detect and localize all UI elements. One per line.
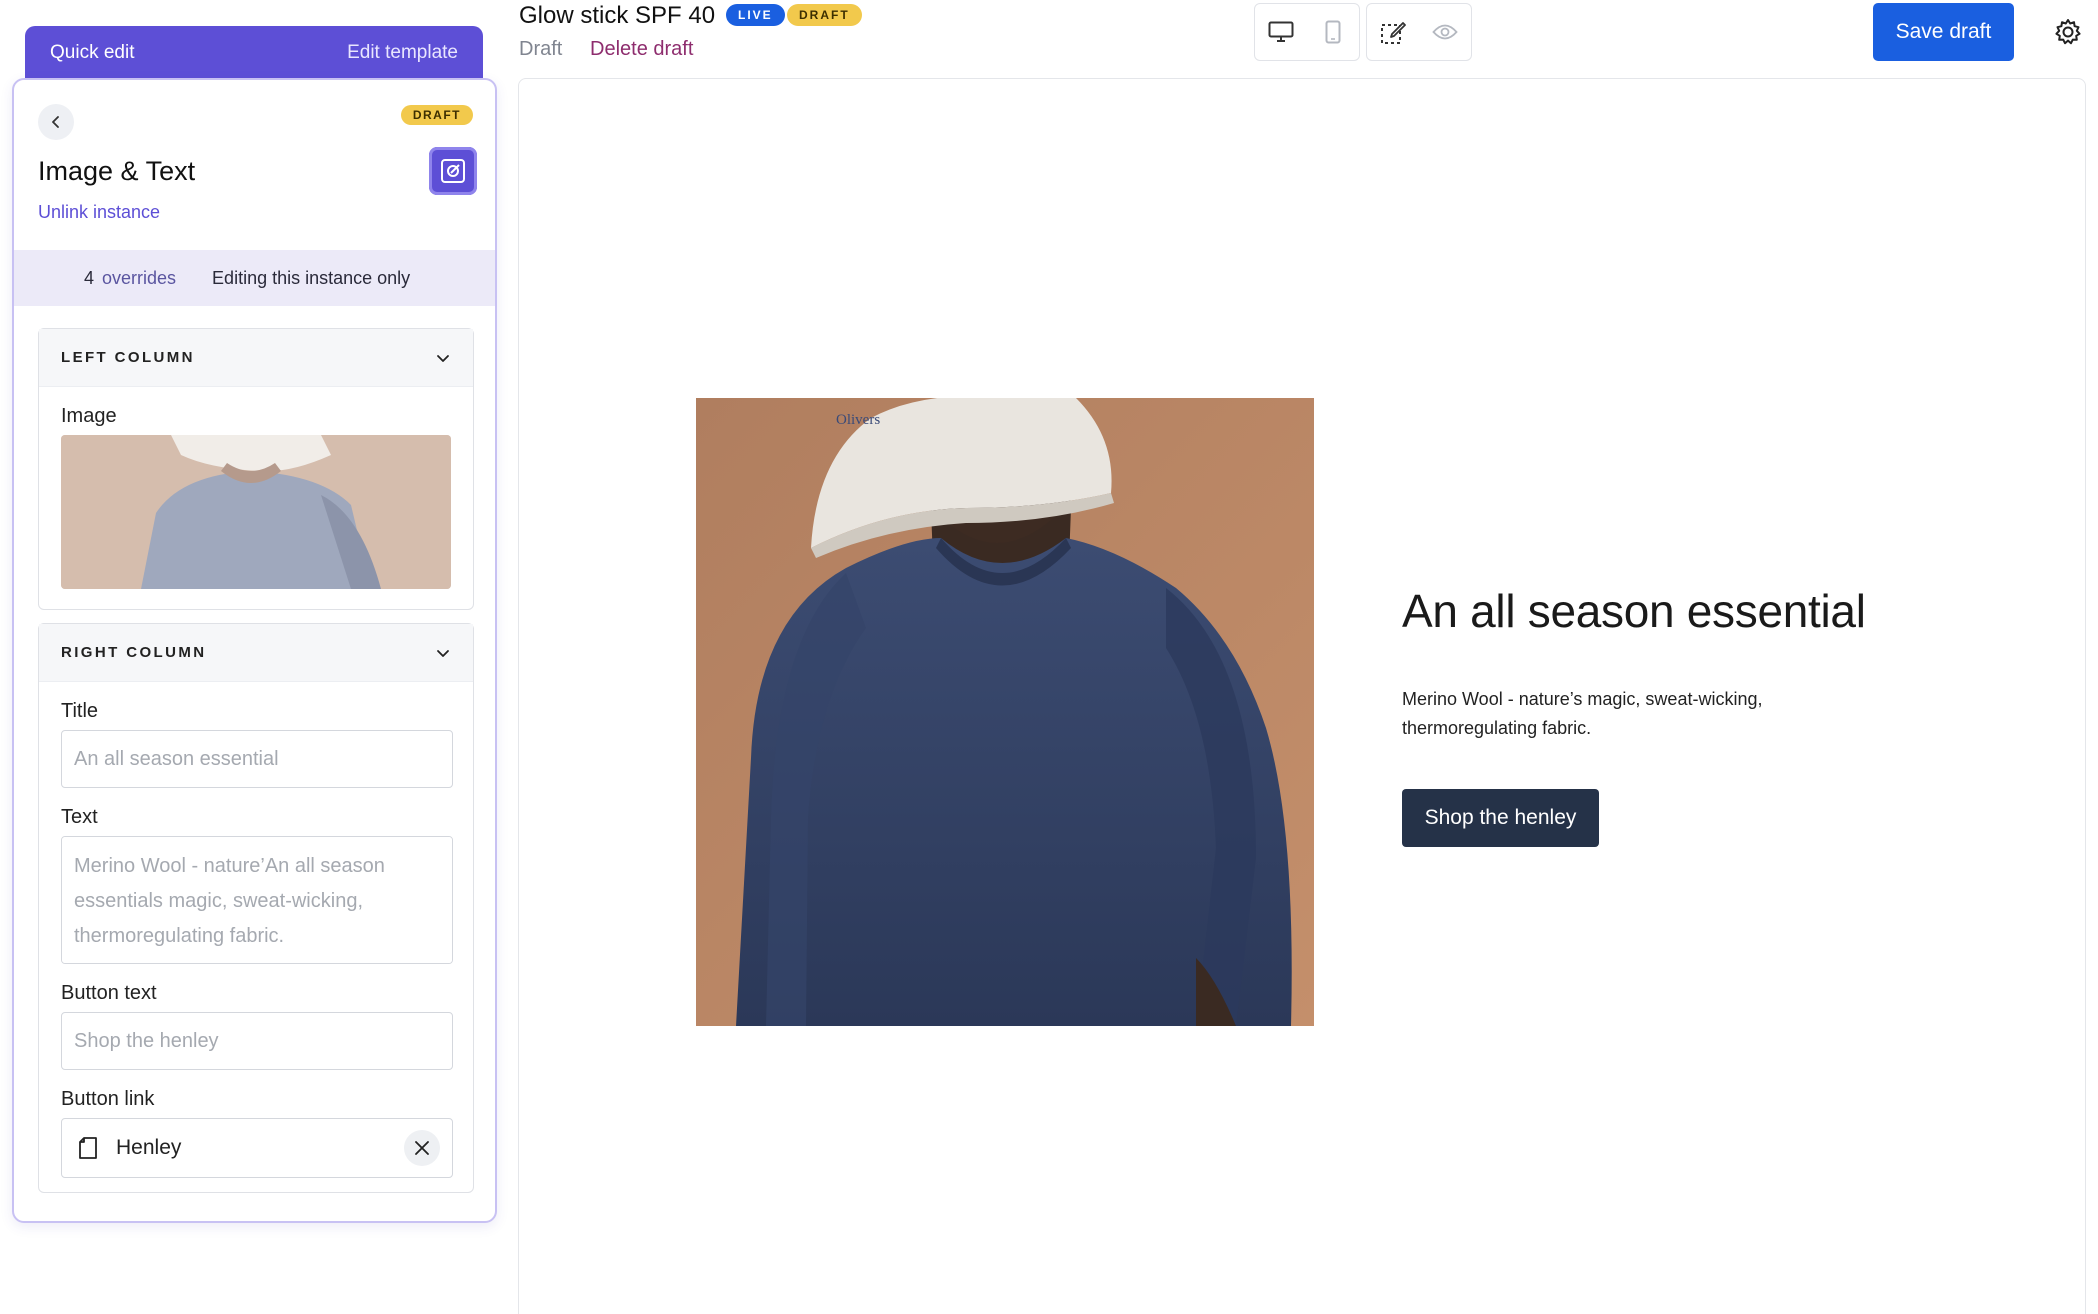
desktop-view-button[interactable] [1261,12,1301,52]
edit-mode-label: Editing this instance only [212,267,411,288]
back-button[interactable] [38,104,74,140]
quick-edit-label: Quick edit [50,42,135,63]
left-column-header[interactable]: LEFT COLUMN [39,329,473,387]
hero-title: An all season essential [1402,585,1866,637]
close-icon [415,1141,429,1155]
left-column-section: LEFT COLUMN Image [38,328,474,610]
button-link-label: Button link [61,1088,155,1110]
page-title: Glow stick SPF 40 [519,2,716,29]
edit-preview-group [1366,3,1472,61]
button-link-value: Henley [116,1136,182,1159]
hero-text: Merino Wool - nature’s magic, sweat-wick… [1402,689,1763,738]
save-draft-button[interactable]: Save draft [1873,3,2014,61]
quick-edit-panel: DRAFT Image & Text Unlink instance 4 ove… [12,78,497,1223]
image-thumbnail[interactable] [61,435,451,589]
link-instance-icon [441,159,465,183]
text-label: Text [61,806,98,828]
preview-canvas: Olivers An all season essential Merino W… [518,78,2086,1314]
clear-link-button[interactable] [404,1130,440,1166]
override-label[interactable]: overrides [102,268,176,289]
mobile-icon [1325,20,1341,44]
edit-template-link[interactable]: Edit template [347,42,458,64]
title-label: Title [61,700,99,722]
status-label: Draft [519,38,563,60]
hero-image[interactable]: Olivers [696,398,1314,1026]
override-bar: 4 overrides Editing this instance only [14,250,495,306]
delete-draft-link[interactable]: Delete draft [590,38,693,61]
draft-badge: DRAFT [787,4,862,26]
edit-mode-button[interactable] [1373,12,1413,52]
button-text-label: Button text [61,982,157,1004]
override-count: 4 [84,267,95,288]
gear-icon[interactable] [2053,17,2083,47]
document-icon [79,1137,97,1159]
chevron-left-icon [52,116,59,128]
cap-logo-text: Olivers [836,412,880,428]
eye-icon [1432,24,1458,40]
chevron-down-icon [437,649,449,657]
quick-edit-bar: Quick edit Edit template [25,26,483,80]
mobile-view-button[interactable] [1313,12,1353,52]
desktop-icon [1268,21,1294,42]
live-badge: LIVE [726,4,785,26]
chevron-down-icon [437,354,449,362]
shop-henley-button[interactable]: Shop the henley [1402,789,1599,847]
panel-title: Image & Text [38,156,196,186]
preview-button[interactable] [1425,12,1465,52]
button-text-input[interactable] [61,1012,453,1070]
panel-draft-badge: DRAFT [400,105,473,125]
left-column-heading: LEFT COLUMN [61,349,195,366]
right-column-header[interactable]: RIGHT COLUMN [39,624,473,682]
text-textarea[interactable] [61,836,453,964]
title-input[interactable] [61,730,453,788]
device-toggle-group [1254,3,1360,61]
button-link-field[interactable]: Henley [61,1118,453,1178]
right-column-heading: RIGHT COLUMN [61,644,207,661]
unlink-instance-link[interactable]: Unlink instance [38,202,160,223]
edit-select-icon [1381,22,1406,44]
right-column-section: RIGHT COLUMN Title Text Button text Butt… [38,623,474,1193]
link-instance-button[interactable] [429,147,477,195]
image-label: Image [61,405,117,427]
